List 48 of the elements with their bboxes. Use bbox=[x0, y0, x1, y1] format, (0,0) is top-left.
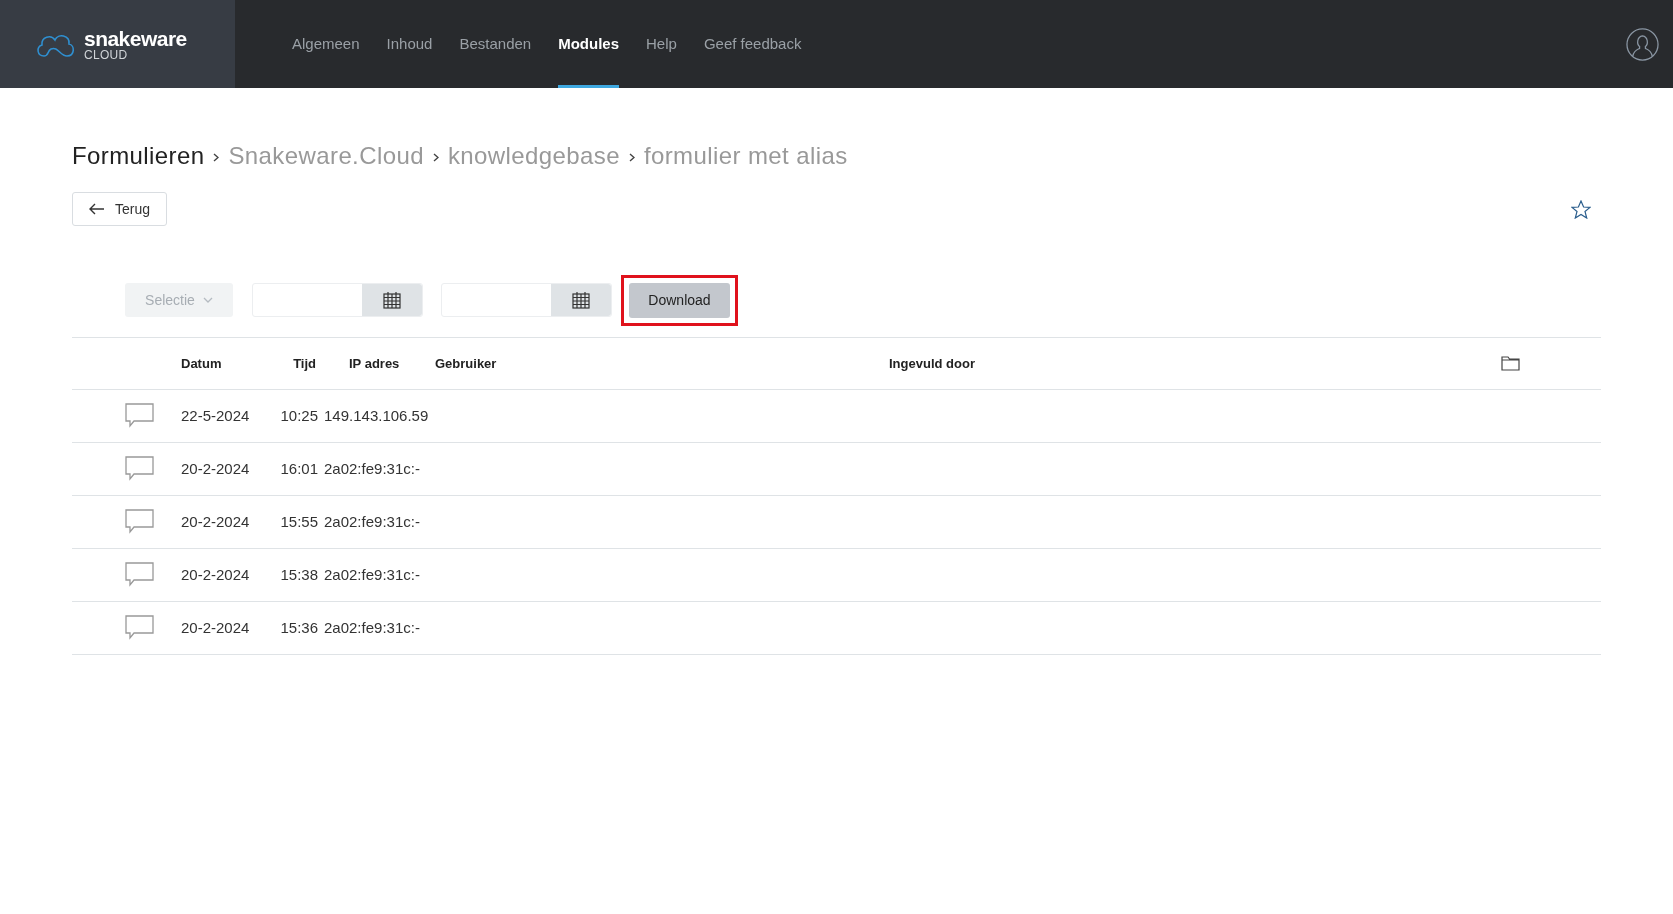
calendar-button[interactable] bbox=[551, 284, 611, 316]
nav-tab[interactable]: Help bbox=[646, 0, 677, 88]
user-avatar-icon[interactable] bbox=[1626, 27, 1659, 61]
chevron-right-icon bbox=[432, 153, 439, 162]
back-button[interactable]: Terug bbox=[72, 192, 168, 226]
calendar-icon bbox=[383, 291, 401, 309]
column-header[interactable]: Gebruiker bbox=[431, 353, 885, 374]
calendar-button[interactable] bbox=[362, 284, 422, 316]
table-cell-text: 15:55 bbox=[279, 511, 319, 532]
end-date-field[interactable] bbox=[441, 283, 612, 317]
breadcrumb-link[interactable]: Snakeware.Cloud bbox=[228, 138, 424, 174]
table-cell-text: 20-2-2024 bbox=[181, 564, 251, 585]
download-button[interactable]: Download bbox=[629, 282, 730, 318]
chevron-right-icon bbox=[213, 153, 220, 162]
column-header[interactable]: Datum bbox=[181, 353, 270, 374]
table-cell-text: 20-2-2024 bbox=[181, 617, 251, 638]
nav-tab[interactable]: Modules bbox=[558, 0, 619, 88]
column-header[interactable]: Ingevuld door bbox=[885, 353, 1480, 374]
page-title: Formulieren bbox=[72, 141, 205, 171]
column-header[interactable]: Tijd bbox=[270, 353, 322, 374]
nav-tab[interactable]: Inhoud bbox=[386, 0, 433, 88]
table-cell-text: 149.143.106.59 bbox=[323, 405, 430, 426]
star-icon[interactable] bbox=[1571, 199, 1591, 219]
table-cell-text: 2a02:fe9:31c:- bbox=[323, 617, 421, 638]
table-cell-text: 16:01 bbox=[279, 458, 319, 479]
logo-subtext: CLOUD bbox=[84, 48, 129, 61]
table-cell-text: 20-2-2024 bbox=[181, 511, 251, 532]
table-cell-text: 10:25 bbox=[279, 405, 319, 426]
folder-icon[interactable] bbox=[1500, 356, 1520, 371]
table-cell-text: 2a02:fe9:31c:- bbox=[323, 511, 421, 532]
start-date-field[interactable] bbox=[252, 283, 423, 317]
nav-tab[interactable]: Geef feedback bbox=[703, 0, 802, 88]
column-header[interactable]: IP adres bbox=[322, 353, 431, 374]
table-cell-text: 15:38 bbox=[279, 564, 319, 585]
table-cell-text: 15:36 bbox=[279, 617, 319, 638]
table-cell-text: 20-2-2024 bbox=[181, 458, 251, 479]
breadcrumb-link[interactable]: knowledgebase bbox=[447, 138, 620, 174]
table-cell-text: 2a02:fe9:31c:- bbox=[323, 564, 421, 585]
chevron-down-icon bbox=[202, 297, 213, 303]
nav-tab[interactable]: Bestanden bbox=[459, 0, 532, 88]
chevron-right-icon bbox=[628, 153, 635, 162]
logo-text: snakeware bbox=[84, 27, 187, 49]
table-cell-text: 2a02:fe9:31c:- bbox=[323, 458, 421, 479]
breadcrumb-link[interactable]: formulier met alias bbox=[643, 138, 848, 174]
arrow-left-icon bbox=[89, 203, 105, 215]
calendar-icon bbox=[572, 291, 590, 309]
nav-tab[interactable]: Algemeen bbox=[292, 0, 360, 88]
table-cell-text: 22-5-2024 bbox=[181, 405, 251, 426]
